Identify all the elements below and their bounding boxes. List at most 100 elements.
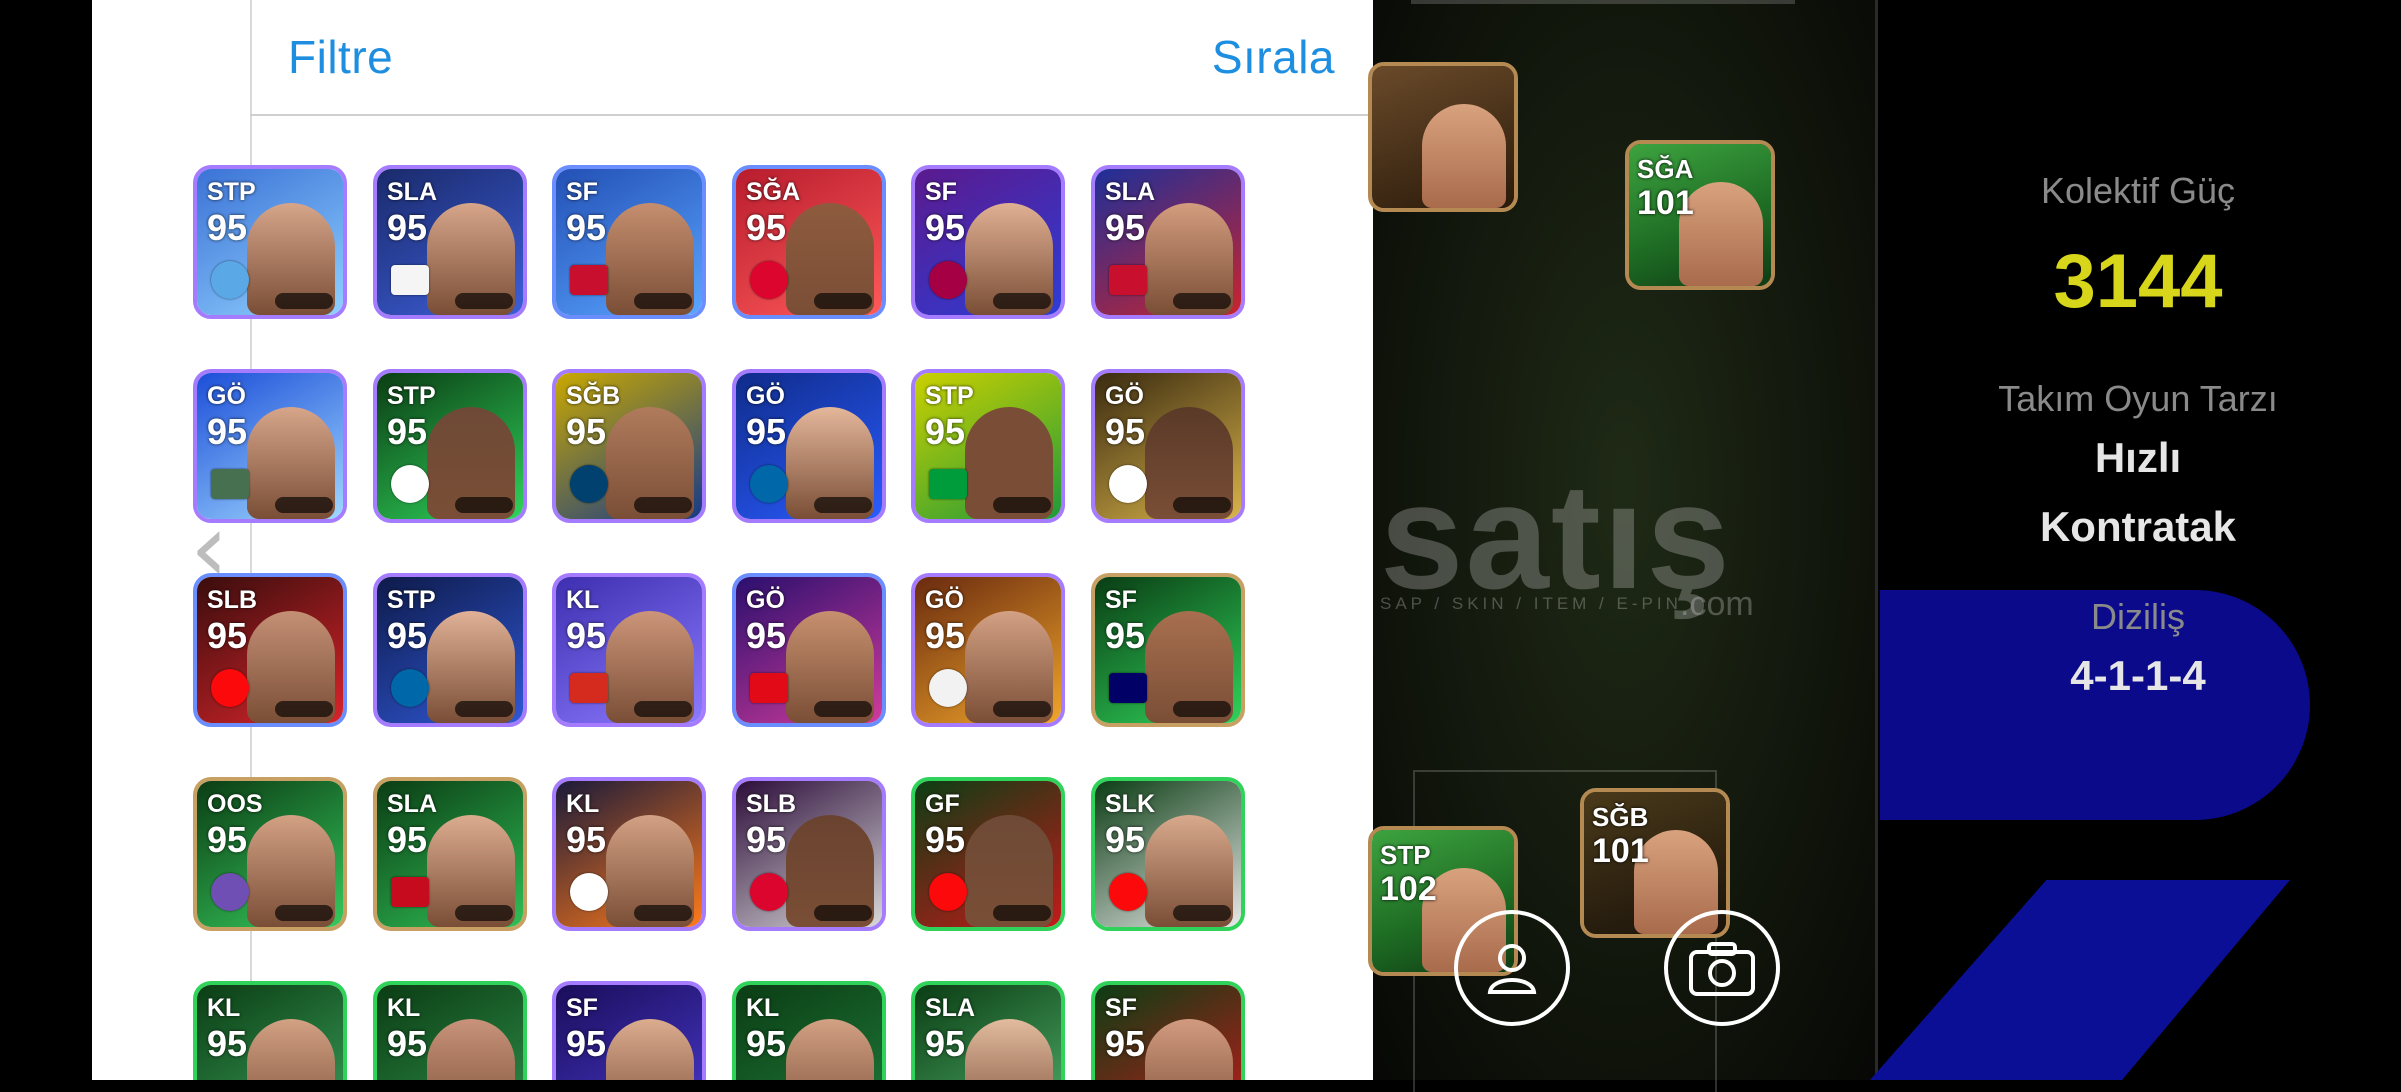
pitch-card-partial[interactable] (1368, 62, 1518, 212)
player-card[interactable]: GF 95 (911, 777, 1065, 931)
card-tag (275, 497, 333, 513)
player-card[interactable]: STP 95 (911, 369, 1065, 523)
sort-button[interactable]: Sırala (1212, 30, 1335, 84)
player-card[interactable]: SLK 95 (1091, 777, 1245, 931)
card-tag (634, 701, 692, 717)
player-card[interactable]: SĞA 95 (732, 165, 886, 319)
player-card[interactable]: GÖ 95 (732, 573, 886, 727)
card-tag (814, 905, 872, 921)
card-position: STP (925, 382, 974, 410)
player-card[interactable]: KL 95 (552, 777, 706, 931)
camera-icon-glyph (1689, 942, 1755, 996)
card-rating: 95 (387, 615, 428, 656)
player-card[interactable]: STP 95 (373, 369, 527, 523)
card-rating: 95 (1105, 615, 1146, 656)
camera-icon[interactable] (1664, 910, 1780, 1026)
club-badge-icon (570, 465, 608, 503)
player-card[interactable]: SLB 95 (193, 573, 347, 727)
club-badge-icon (391, 465, 429, 503)
country-flag-icon (750, 673, 788, 703)
player-card[interactable]: GÖ 95 (732, 369, 886, 523)
club-badge-icon (750, 261, 788, 299)
player-card[interactable]: SF 95 (1091, 981, 1245, 1080)
card-position: GÖ (925, 586, 964, 614)
card-tag (1173, 905, 1231, 921)
player-card-grid: STP 95 SLA 95 SF 95 SĞA 95 SF 95 SLA 95 GÖ 95 STP 95 SĞB… (193, 165, 1253, 1080)
card-tag (275, 293, 333, 309)
watermark-domain: .com (1680, 585, 1754, 623)
card-position: SLB (207, 586, 257, 614)
player-card[interactable]: SLA 95 (373, 165, 527, 319)
card-position: GÖ (746, 586, 785, 614)
player-card[interactable]: SF 95 (1091, 573, 1245, 727)
player-card[interactable]: SĞB 95 (552, 369, 706, 523)
pitch-card-sga-101[interactable]: SĞA 101 (1625, 140, 1775, 290)
player-card[interactable]: STP 95 (193, 165, 347, 319)
card-tag (455, 497, 513, 513)
card-position: OOS (207, 790, 263, 818)
player-card[interactable]: OOS 95 (193, 777, 347, 931)
player-card[interactable]: SLB 95 (732, 777, 886, 931)
card-position: KL (207, 994, 241, 1022)
card-tag (275, 905, 333, 921)
card-rating: 95 (925, 411, 966, 452)
card-rating: 95 (207, 1023, 248, 1064)
player-card[interactable]: SLA 95 (911, 981, 1065, 1080)
card-tag (993, 497, 1051, 513)
card-position: GF (925, 790, 960, 818)
card-tag (455, 293, 513, 309)
player-card[interactable]: GÖ 95 (193, 369, 347, 523)
player-card[interactable]: SF 95 (911, 165, 1065, 319)
player-card[interactable]: GÖ 95 (1091, 369, 1245, 523)
country-flag-icon (570, 673, 608, 703)
card-position: STP (207, 178, 256, 206)
club-badge-icon (1109, 873, 1147, 911)
card-rating: 95 (566, 819, 607, 860)
card-position: SLA (387, 178, 437, 206)
card-rating: 95 (387, 411, 428, 452)
card-tag (814, 293, 872, 309)
player-card[interactable]: STP 95 (373, 573, 527, 727)
player-card[interactable]: KL 95 (373, 981, 527, 1080)
card-rating: 95 (925, 615, 966, 656)
country-flag-icon (1109, 265, 1147, 295)
watermark-subtext: SAP / SKIN / ITEM / E-PIN (1380, 594, 1682, 613)
card-position: SĞB (1592, 802, 1649, 832)
player-card[interactable]: KL 95 (193, 981, 347, 1080)
play-style-label: Takım Oyun Tarzı (1998, 378, 2278, 419)
power-value: 3144 (2053, 239, 2223, 324)
card-rating: 95 (566, 1023, 607, 1064)
card-rating: 95 (925, 207, 966, 248)
card-tag (993, 293, 1051, 309)
card-rating: 95 (746, 615, 787, 656)
player-card[interactable]: KL 95 (552, 573, 706, 727)
play-style-value-2: Kontratak (2039, 503, 2237, 550)
card-rating: 95 (925, 819, 966, 860)
card-rating: 95 (207, 615, 248, 656)
country-flag-icon (391, 265, 429, 295)
card-position: STP (387, 586, 436, 614)
profile-icon[interactable] (1454, 910, 1570, 1026)
card-tag (993, 905, 1051, 921)
player-card[interactable]: KL 95 (732, 981, 886, 1080)
club-badge-icon (750, 873, 788, 911)
player-card[interactable]: SF 95 (552, 165, 706, 319)
panel-header: Filtre Sırala (250, 0, 1373, 116)
card-rating: 95 (207, 819, 248, 860)
card-rating: 95 (387, 819, 428, 860)
card-position: SLB (746, 790, 796, 818)
card-rating: 95 (566, 411, 607, 452)
card-position: SLA (387, 790, 437, 818)
player-card[interactable]: GÖ 95 (911, 573, 1065, 727)
filter-button[interactable]: Filtre (288, 30, 393, 84)
card-rating: 102 (1380, 870, 1437, 908)
player-card[interactable]: SF 95 (552, 981, 706, 1080)
player-card[interactable]: SLA 95 (1091, 165, 1245, 319)
card-position: SLA (925, 994, 975, 1022)
club-badge-icon (929, 669, 967, 707)
card-position: SF (1105, 586, 1137, 614)
card-rating: 101 (1637, 184, 1694, 222)
club-badge-icon (929, 261, 967, 299)
player-card[interactable]: SLA 95 (373, 777, 527, 931)
card-tag (1173, 497, 1231, 513)
